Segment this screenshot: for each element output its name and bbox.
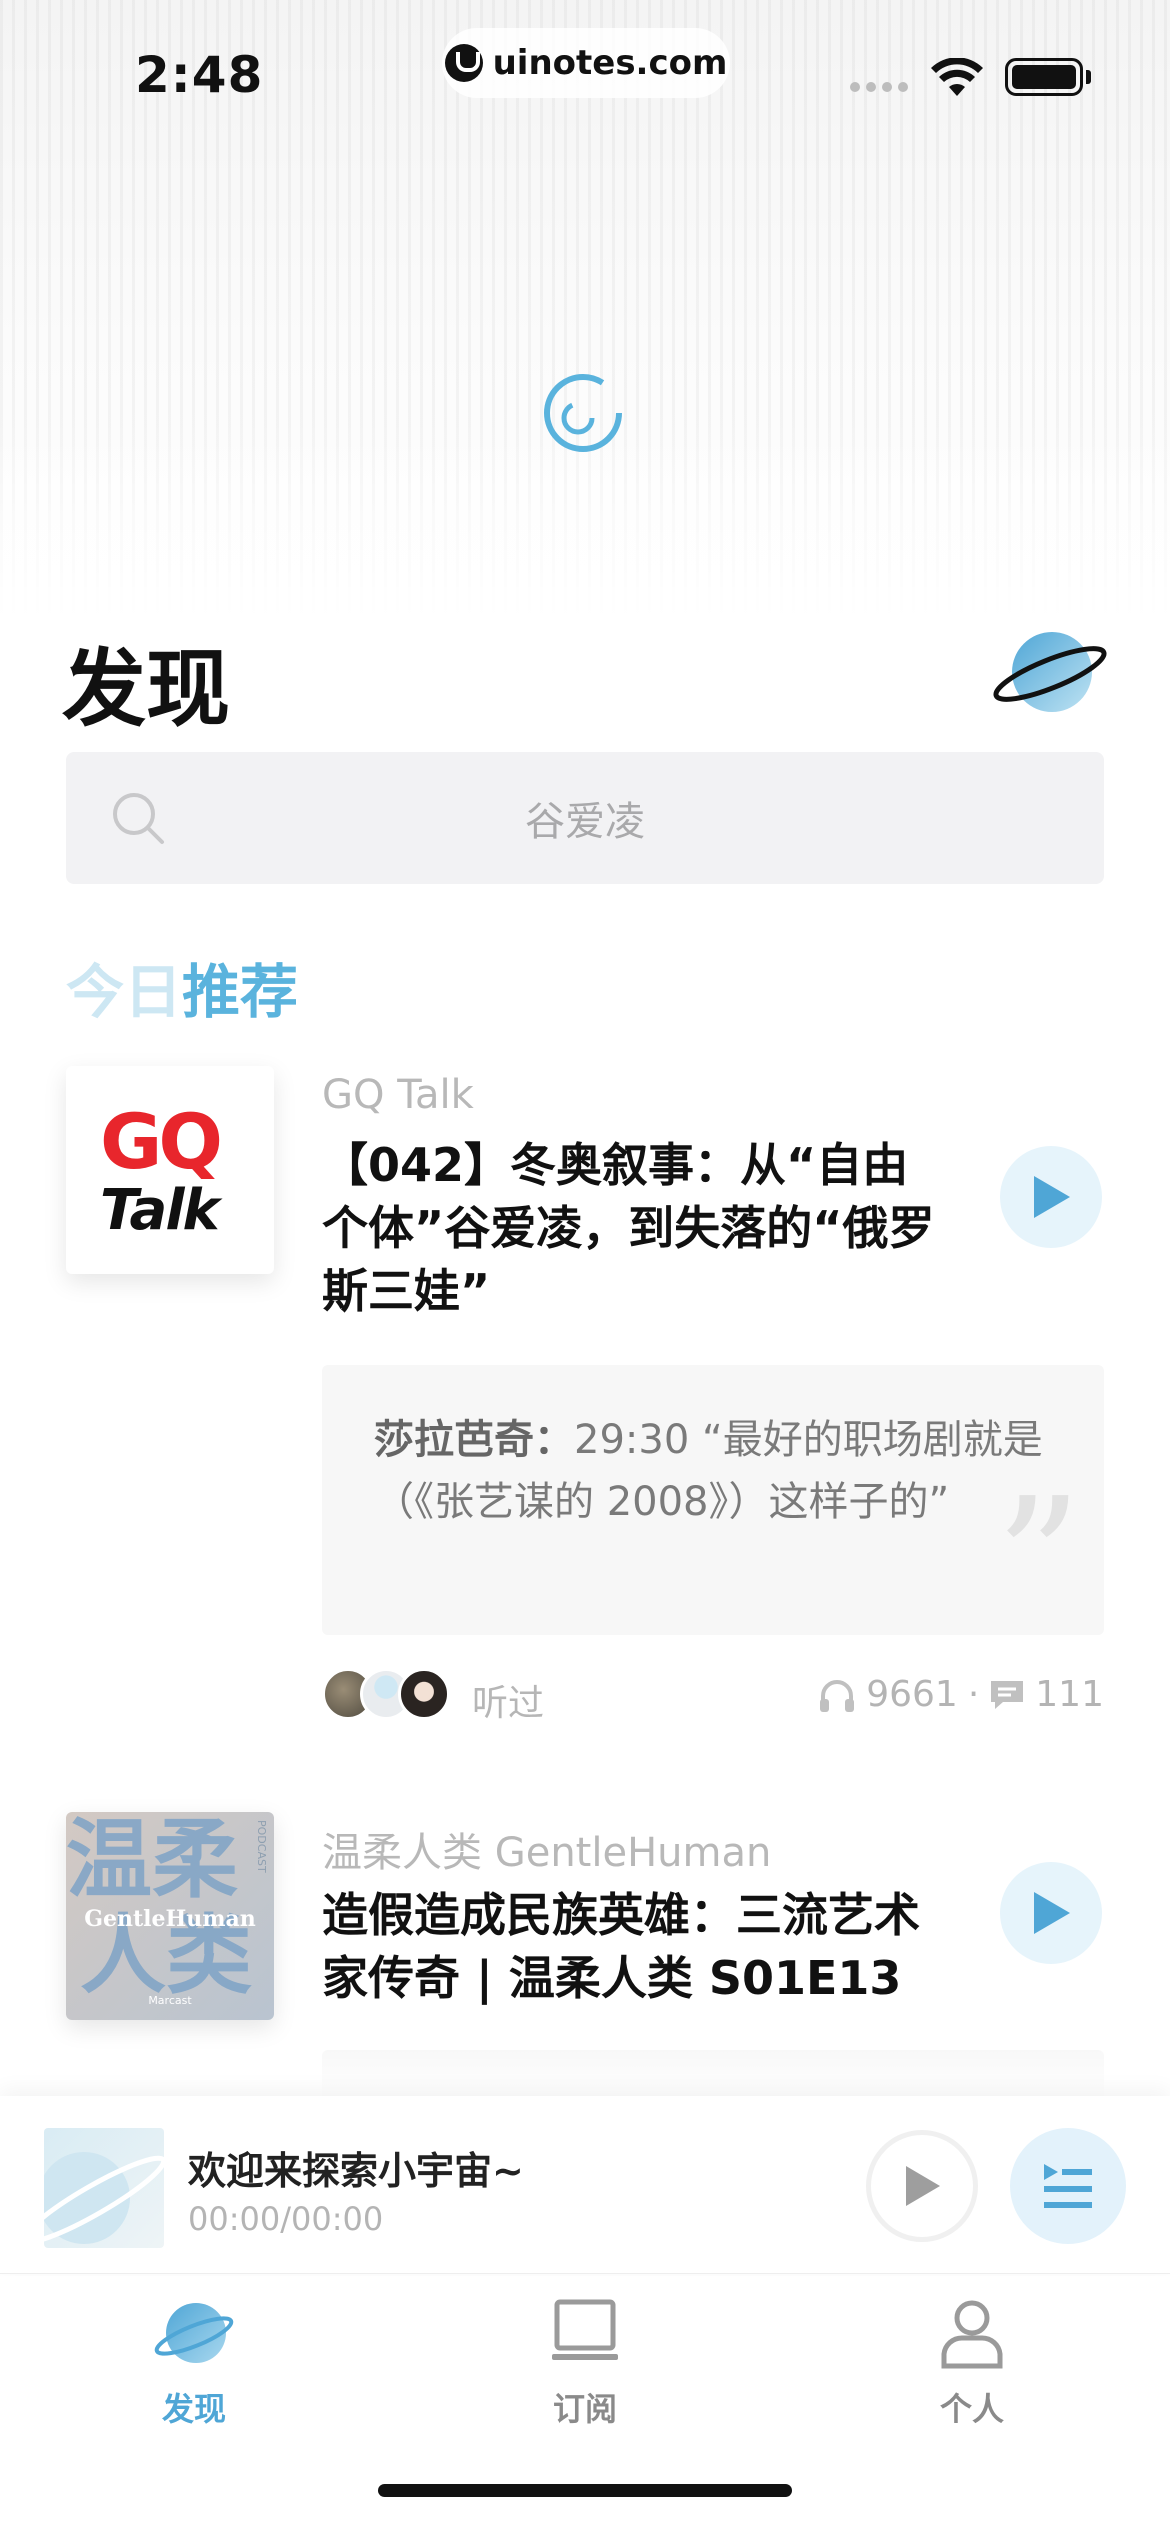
cover-art-brand: Marcast [148, 1994, 192, 2007]
playlist-button[interactable] [1010, 2128, 1126, 2244]
loading-spinner-icon [544, 374, 622, 452]
mini-player-time: 00:00/00:00 [188, 2200, 384, 2238]
comment-author: 莎拉芭奇： [374, 1417, 574, 1463]
podcast-name[interactable]: GQ Talk [322, 1072, 474, 1118]
section-title-dark: 推荐 [182, 958, 299, 1026]
episode-cover[interactable]: 温柔 人类 GentleHuman Marcast PODCAST [66, 1812, 274, 2020]
podcast-name[interactable]: 温柔人类 GentleHuman [322, 1820, 771, 1878]
site-logo-icon [444, 44, 483, 82]
cover-art-text: 温柔 [66, 1812, 238, 1910]
section-title-light: 今日 [66, 958, 183, 1026]
play-icon [1034, 1892, 1070, 1934]
search-placeholder: 谷爱凌 [525, 799, 645, 845]
search-bar[interactable]: 谷爱凌 [66, 752, 1104, 884]
comment-count: 111 [1035, 1674, 1104, 1715]
episode-cover[interactable]: GQ Talk [66, 1066, 274, 1274]
cover-logo-sub: Talk [100, 1178, 220, 1243]
play-button[interactable] [1000, 1862, 1102, 1964]
playlist-icon [1044, 2164, 1092, 2208]
tab-label: 发现 [161, 2390, 226, 2428]
comment-text: 莎拉芭奇：29:30 “最好的职场剧就是（《张艺谋的 2008》）这样子的” [374, 1409, 1052, 1533]
search-icon [113, 793, 164, 844]
tab-subscribe[interactable]: 订阅 [485, 2296, 685, 2430]
headphones-icon [820, 1679, 855, 1712]
cover-art-label: PODCAST [255, 1820, 268, 1873]
play-icon [906, 2166, 940, 2206]
tab-label: 订阅 [552, 2390, 617, 2428]
content-fade [0, 2040, 1170, 2100]
battery-tip [1086, 70, 1091, 84]
status-time: 2:48 [135, 46, 264, 104]
mini-player-cover [44, 2128, 164, 2248]
page-title: 发现 [62, 640, 231, 738]
stats-separator: · [967, 1674, 980, 1715]
cellular-signal-icon [850, 82, 908, 92]
listened-label: 听过 [472, 1683, 545, 1724]
mini-player[interactable]: 欢迎来探索小宇宙~ 00:00/00:00 [0, 2096, 1170, 2274]
planet-icon[interactable] [990, 622, 1110, 722]
planet-art-icon [44, 2152, 164, 2245]
wifi-icon [931, 58, 983, 96]
url-pill[interactable]: uinotes.com [442, 28, 730, 98]
listener-avatars[interactable] [322, 1668, 462, 1724]
home-indicator[interactable] [378, 2484, 792, 2497]
avatar [398, 1668, 450, 1720]
tab-label: 个人 [939, 2390, 1004, 2428]
comment-card[interactable]: 莎拉芭奇：29:30 “最好的职场剧就是（《张艺谋的 2008》）这样子的” ” [322, 1365, 1104, 1660]
play-count: 9661 [866, 1674, 958, 1715]
url-text: uinotes.com [492, 43, 728, 83]
mini-play-button[interactable] [866, 2130, 978, 2242]
cover-art-name: GentleHuman [84, 1906, 256, 1932]
section-title: 今日推荐 [66, 945, 298, 1029]
subscribe-icon [552, 2299, 618, 2360]
comment-icon [991, 1680, 1024, 1709]
episode-stats: 9661 · 111 [818, 1674, 1104, 1715]
tab-profile[interactable]: 个人 [872, 2296, 1072, 2430]
planet-icon [154, 2303, 234, 2363]
cover-logo: GQ [100, 1097, 223, 1186]
quote-icon: ” [995, 1462, 1082, 1660]
play-icon [1034, 1176, 1070, 1218]
play-button[interactable] [1000, 1146, 1102, 1248]
episode-title[interactable]: 造假造成民族英雄：三流艺术家传奇 | 温柔人类 S01E13 [322, 1884, 942, 2010]
tab-discover[interactable]: 发现 [94, 2296, 294, 2430]
mini-player-title: 欢迎来探索小宇宙~ [188, 2149, 524, 2193]
person-icon [941, 2300, 1003, 2369]
episode-title[interactable]: 【042】冬奥叙事：从“自由个体”谷爱凌，到失落的“俄罗斯三娃” [322, 1134, 942, 1323]
battery-icon [1005, 58, 1083, 96]
